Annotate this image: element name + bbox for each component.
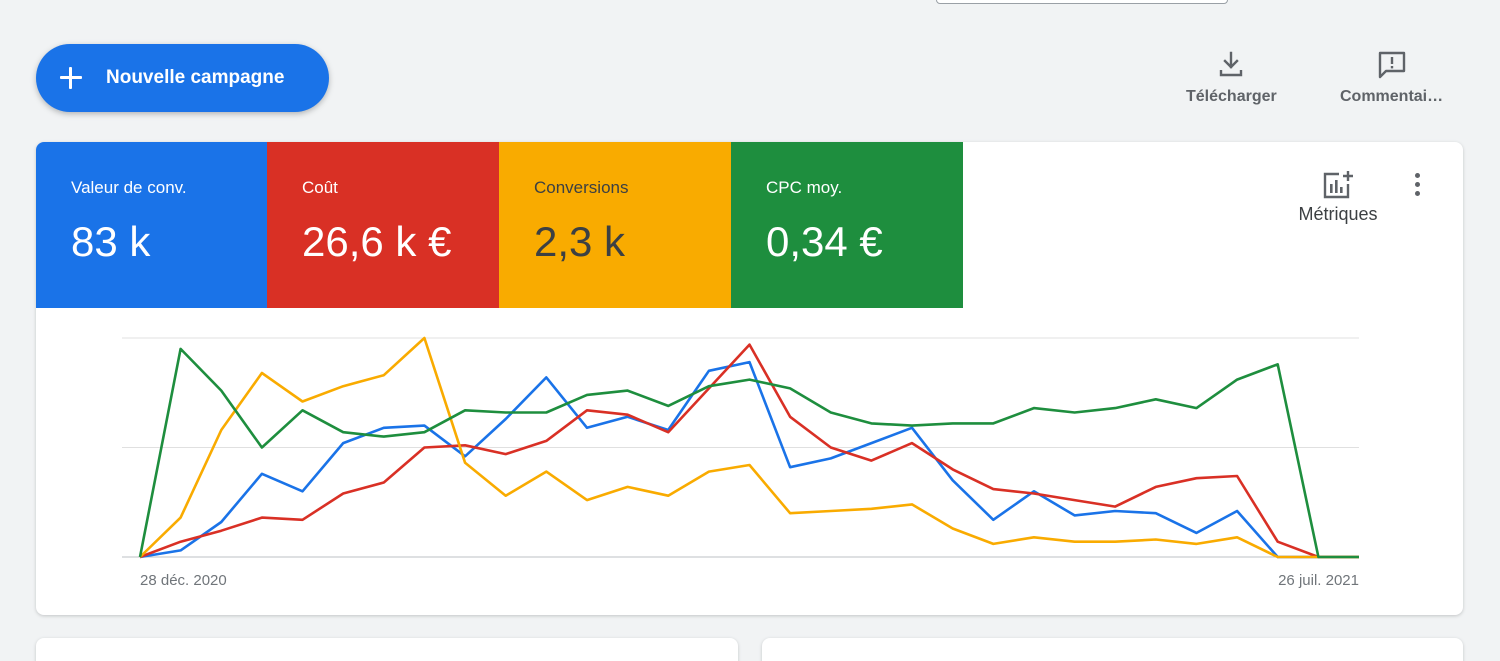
download-icon [1220, 51, 1243, 77]
scorecard-label: Coût [302, 178, 338, 197]
search-field[interactable] [936, 0, 1228, 4]
scorecard-conversions[interactable]: Conversions 2,3 k [499, 142, 731, 308]
plus-icon [58, 65, 84, 91]
scorecards: Valeur de conv. 83 k Coût 26,6 k € Conve… [36, 142, 963, 308]
scorecard-cost[interactable]: Coût 26,6 k € [267, 142, 499, 308]
series-line-3 [138, 347, 1359, 559]
bottom-card-left [36, 638, 738, 661]
metrics-label: Métriques [1298, 204, 1378, 224]
bottom-card-right [762, 638, 1463, 661]
scorecard-value: 0,34 € [766, 218, 883, 265]
series-line-1 [139, 343, 1359, 559]
performance-card: Valeur de conv. 83 k Coût 26,6 k € Conve… [36, 142, 1463, 615]
scorecard-label: CPC moy. [766, 178, 843, 197]
scorecard-conversion-value[interactable]: Valeur de conv. 83 k [36, 142, 267, 308]
download-button[interactable]: Télécharger [1186, 50, 1277, 106]
scorecard-value: 26,6 k € [302, 218, 452, 265]
chart-grid [122, 337, 1359, 558]
performance-chart: 28 déc. 2020 26 juil. 2021 [122, 336, 1359, 589]
x-axis-start-label: 28 déc. 2020 [140, 572, 227, 589]
scorecard-label: Conversions [534, 178, 629, 197]
comments-label: Commentai… [1340, 88, 1444, 105]
new-campaign-button[interactable]: Nouvelle campagne [36, 44, 329, 112]
scorecard-avg-cpc[interactable]: CPC moy. 0,34 € [731, 142, 963, 308]
add-chart-icon [1323, 171, 1353, 199]
series-line-0 [139, 360, 1359, 559]
feedback-icon [1378, 51, 1405, 79]
scorecard-value: 83 k [71, 218, 151, 265]
scorecard-value: 2,3 k [534, 218, 626, 265]
metrics-button[interactable]: Métriques [1288, 170, 1388, 225]
new-campaign-label: Nouvelle campagne [106, 67, 285, 88]
more-vert-icon[interactable] [1406, 172, 1430, 200]
comments-button[interactable]: Commentai… [1340, 50, 1443, 106]
download-label: Télécharger [1186, 88, 1277, 105]
x-axis-end-label: 26 juil. 2021 [1278, 572, 1359, 589]
scorecard-label: Valeur de conv. [71, 178, 187, 197]
